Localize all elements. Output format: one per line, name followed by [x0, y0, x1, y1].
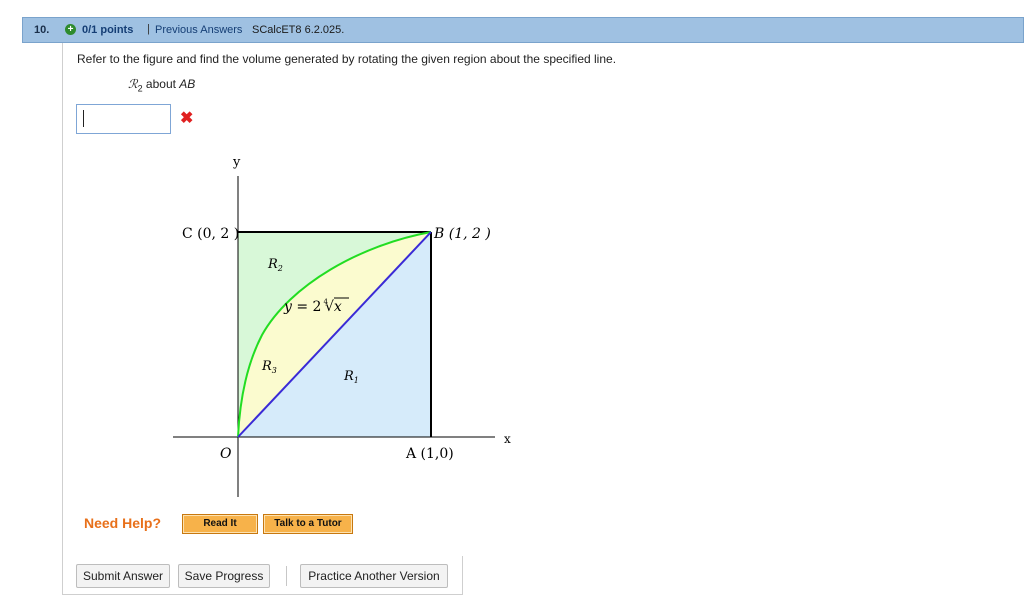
point-c-label: C (0, 2 )	[182, 226, 239, 242]
save-progress-button[interactable]: Save Progress	[178, 564, 270, 588]
submit-answer-button[interactable]: Submit Answer	[76, 564, 170, 588]
need-help-label: Need Help?	[84, 515, 162, 531]
read-it-button[interactable]: Read It	[182, 514, 258, 534]
practice-another-version-button[interactable]: Practice Another Version	[300, 564, 448, 588]
curve-equation-label: y = 2 4√x	[283, 298, 342, 315]
talk-to-tutor-button[interactable]: Talk to a Tutor	[263, 514, 353, 534]
button-divider	[286, 566, 287, 586]
point-a-label: A (1,0)	[405, 446, 454, 462]
point-b-label: B (1, 2 )	[433, 226, 491, 242]
x-axis-label: x	[504, 432, 511, 446]
y-axis-label: y	[232, 155, 241, 170]
origin-label: O	[220, 446, 232, 462]
